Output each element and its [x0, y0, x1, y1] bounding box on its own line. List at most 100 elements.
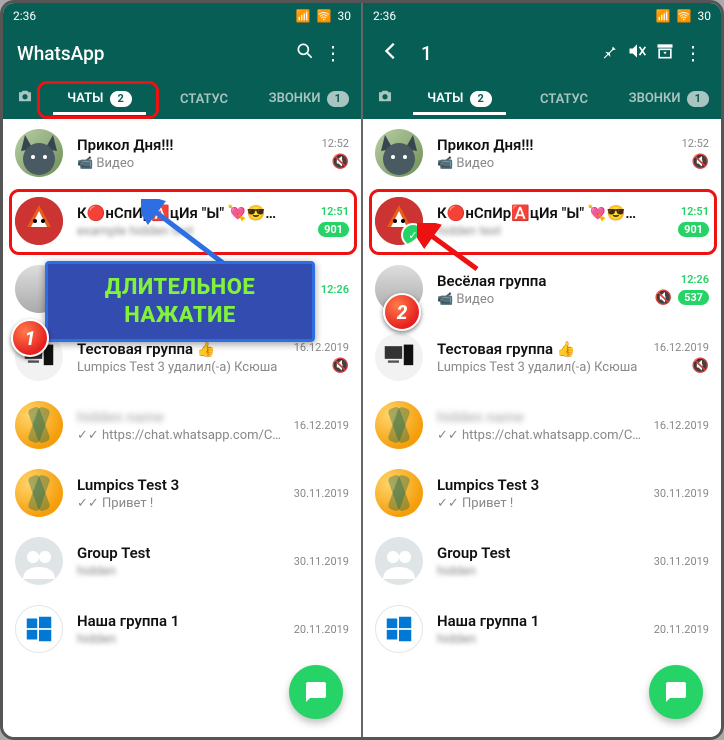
avatar[interactable]: [15, 605, 63, 653]
statusbar: 2:36 📶🛜30: [363, 3, 721, 29]
new-chat-fab[interactable]: [649, 665, 703, 719]
status-time: 2:36: [13, 9, 36, 23]
appbar-selection: 1 ⋮: [363, 29, 721, 77]
chat-row[interactable]: Прикол Дня!!! 📹 Видео 12:52 🔇: [3, 119, 361, 187]
chatlist: Прикол Дня!!! 📹 Видео 12:52 🔇 ✓ К🔴нСпИр🅰…: [363, 119, 721, 737]
menu-icon[interactable]: ⋮: [319, 42, 347, 65]
chat-row[interactable]: Тестовая группа 👍 Lumpics Test 3 удалил(…: [363, 323, 721, 391]
phone-right: 2:36 📶🛜30 1 ⋮: [361, 3, 721, 737]
tab-calls-badge: 1: [687, 91, 709, 107]
tabs: ЧАТЫ 2 СТАТУС ЗВОНКИ 1: [3, 77, 361, 119]
tab-chats[interactable]: ЧАТЫ 2: [407, 81, 512, 115]
chat-row[interactable]: Наша группа 1 hidden 20.11.2019: [363, 595, 721, 663]
chat-row[interactable]: hidden name ✓✓ https://chat.whatsapp.com…: [363, 391, 721, 459]
chat-time: 30.11.2019: [654, 487, 709, 500]
menu-icon[interactable]: ⋮: [679, 42, 707, 65]
tab-status[interactable]: СТАТУС: [512, 82, 617, 115]
step-marker-1: 1: [11, 319, 49, 357]
chat-row[interactable]: Наша группа 1 hidden 20.11.2019: [3, 595, 361, 663]
chat-time: 12:26: [681, 273, 709, 286]
tab-chats-label: ЧАТЫ: [67, 91, 103, 106]
tab-calls-badge: 1: [327, 91, 349, 107]
avatar[interactable]: [375, 129, 423, 177]
appbar: WhatsApp ⋮: [3, 29, 361, 77]
tab-calls-label: ЗВОНКИ: [269, 91, 321, 106]
chat-time: 12:51: [321, 205, 349, 218]
avatar[interactable]: [15, 129, 63, 177]
chat-title: Прикол Дня!!!: [437, 136, 645, 154]
avatar[interactable]: [15, 537, 63, 585]
search-icon[interactable]: [291, 41, 319, 66]
back-icon[interactable]: [377, 40, 405, 67]
tab-status[interactable]: СТАТУС: [152, 82, 257, 115]
mute-icon[interactable]: [623, 41, 651, 66]
tab-calls[interactable]: ЗВОНКИ 1: [256, 81, 361, 115]
tab-chats-label: ЧАТЫ: [427, 91, 463, 106]
chat-row[interactable]: Lumpics Test 3 ✓✓ Привет ! 30.11.2019: [3, 459, 361, 527]
avatar[interactable]: [375, 605, 423, 653]
status-time: 2:36: [373, 9, 396, 23]
chat-sub: hidden text: [437, 224, 645, 239]
chat-row[interactable]: Lumpics Test 3 ✓✓ Привет ! 30.11.2019: [363, 459, 721, 527]
chat-time: 12:26: [321, 283, 349, 296]
chat-sub: hidden: [77, 564, 285, 579]
chat-sub: ✓✓ Привет !: [437, 496, 645, 511]
chat-title: К🔴нСпИр🅰️цИя "Ы" 💘😎😀🤣: [77, 204, 285, 222]
avatar[interactable]: [375, 333, 423, 381]
chat-sub: example hidden text: [77, 224, 285, 239]
chat-time: 16.12.2019: [294, 419, 349, 432]
chat-sub: 📹 Видео: [437, 156, 645, 171]
avatar[interactable]: [375, 537, 423, 585]
chat-time: 30.11.2019: [294, 555, 349, 568]
chat-time: 16.12.2019: [654, 419, 709, 432]
app-title: WhatsApp: [17, 42, 291, 65]
chat-row[interactable]: ✓ К🔴нСпИр🅰️цИя "Ы" 💘😎😀🤣 hidden text 12:5…: [363, 187, 721, 255]
chat-title: Group Test: [437, 544, 645, 562]
avatar[interactable]: [15, 401, 63, 449]
chat-sub: ✓✓ https://chat.whatsapp.com/CTlcBFu…: [77, 428, 285, 443]
camera-icon[interactable]: [363, 87, 407, 110]
chat-title: Весёлая группа: [437, 272, 645, 290]
muted-icon: 🔇: [332, 358, 349, 374]
chat-title: hidden name: [437, 408, 645, 426]
chat-title: hidden name: [77, 408, 285, 426]
chat-row[interactable]: Прикол Дня!!! 📹 Видео 12:52 🔇: [363, 119, 721, 187]
chat-sub: ✓✓ https://chat.whatsapp.com/CTlcBFu…: [437, 428, 645, 443]
muted-icon: 🔇: [692, 154, 709, 170]
archive-icon[interactable]: [651, 41, 679, 66]
status-icons: 📶🛜30: [656, 9, 711, 23]
statusbar: 2:36 📶🛜30: [3, 3, 361, 29]
tab-calls[interactable]: ЗВОНКИ 1: [616, 81, 721, 115]
new-chat-fab[interactable]: [289, 665, 343, 719]
chatlist: Прикол Дня!!! 📹 Видео 12:52 🔇 К🔴нСпИр🅰️ц…: [3, 119, 361, 737]
avatar[interactable]: [15, 197, 63, 245]
chat-row[interactable]: Group Test hidden 30.11.2019: [3, 527, 361, 595]
chat-time: 16.12.2019: [294, 341, 349, 354]
chat-title: Group Test: [77, 544, 285, 562]
unread-badge: 901: [318, 222, 349, 237]
chat-title: Тестовая группа 👍: [437, 340, 645, 358]
status-icons: 📶🛜30: [296, 9, 351, 23]
pin-icon[interactable]: [595, 42, 623, 65]
chat-time: 30.11.2019: [654, 555, 709, 568]
chat-row[interactable]: Group Test hidden 30.11.2019: [363, 527, 721, 595]
chat-sub: hidden: [437, 564, 645, 579]
chat-title: Наша группа 1: [437, 612, 645, 630]
chat-time: 12:51: [681, 205, 709, 218]
tab-calls-label: ЗВОНКИ: [629, 91, 681, 106]
chat-time: 12:52: [322, 137, 349, 150]
unread-badge: 537: [678, 290, 709, 305]
chat-row[interactable]: hidden name ✓✓ https://chat.whatsapp.com…: [3, 391, 361, 459]
chat-row[interactable]: К🔴нСпИр🅰️цИя "Ы" 💘😎😀🤣 example hidden tex…: [3, 187, 361, 255]
tab-chats[interactable]: ЧАТЫ 2: [47, 81, 152, 115]
muted-icon: 🔇: [332, 154, 349, 170]
chat-time: 16.12.2019: [654, 341, 709, 354]
avatar[interactable]: [375, 401, 423, 449]
chat-time: 20.11.2019: [654, 623, 709, 636]
avatar[interactable]: [375, 469, 423, 517]
avatar[interactable]: [15, 469, 63, 517]
chat-sub: Lumpics Test 3 удалил(-а) Ксюша: [77, 360, 285, 375]
chat-title: Lumpics Test 3: [77, 476, 285, 494]
camera-icon[interactable]: [3, 87, 47, 110]
avatar[interactable]: ✓: [375, 197, 423, 245]
